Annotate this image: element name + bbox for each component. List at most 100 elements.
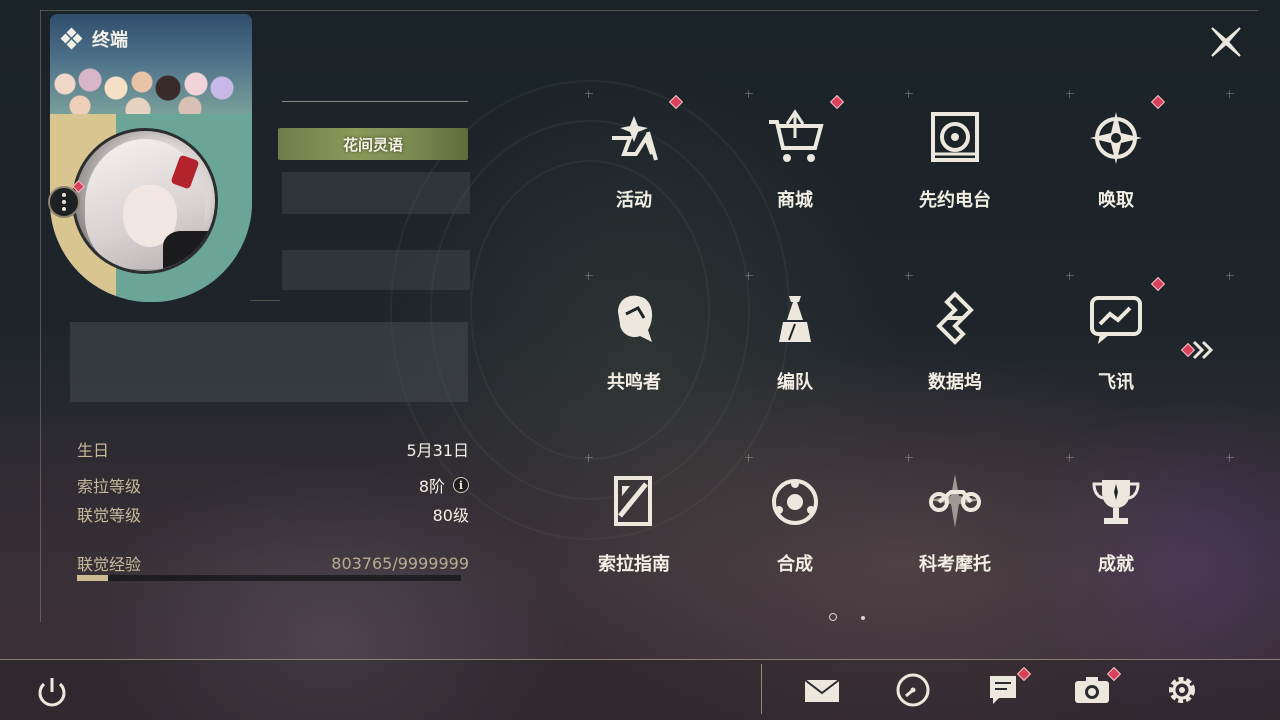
grid-marker (1066, 272, 1074, 280)
menu-item-radio[interactable]: 先约电台 (880, 100, 1030, 250)
menu-item-trophy[interactable]: 成就 (1041, 464, 1191, 614)
mail-icon (804, 679, 840, 702)
camera-icon (1075, 677, 1109, 703)
double-chevron-right-icon (1192, 340, 1214, 360)
menu-item-label: 共鸣者 (607, 372, 661, 393)
grid-marker (585, 454, 593, 462)
notice-button[interactable] (983, 670, 1023, 710)
menu-item-activity[interactable]: 活动 (559, 100, 709, 250)
union-exp-value: 803765/9999999 (331, 553, 469, 573)
menu-item-label: 先约电台 (919, 190, 991, 211)
summon-compass-icon (1090, 112, 1142, 164)
blurred-id (282, 250, 470, 290)
menu-item-resonator[interactable]: 共鸣者 (559, 282, 709, 432)
menu-item-shop-cart[interactable]: 商城 (720, 100, 870, 250)
message-icon (1090, 296, 1142, 344)
frame-line (40, 10, 1258, 11)
union-exp-progress-fill (77, 575, 108, 581)
blurred-name (282, 172, 470, 214)
terminal-header: 终端 (60, 26, 128, 52)
menu-item-label: 活动 (616, 190, 652, 211)
menu-item-synthesis[interactable]: 合成 (720, 464, 870, 614)
diamond-grid-icon (60, 27, 83, 50)
menu-item-label: 商城 (777, 190, 813, 211)
radio-icon (931, 112, 979, 162)
menu-item-label: 索拉指南 (598, 554, 670, 575)
union-exp-label: 联觉经验 (77, 555, 142, 574)
close-button[interactable] (1208, 24, 1244, 60)
menu-item-guide[interactable]: 索拉指南 (559, 464, 709, 614)
birthday-label: 生日 (77, 441, 110, 460)
avatar[interactable] (72, 128, 218, 274)
frame-line (250, 300, 280, 301)
history-button[interactable] (893, 670, 933, 710)
menu-item-message[interactable]: 飞讯 (1041, 282, 1191, 432)
union-level-label: 联觉等级 (77, 506, 142, 525)
grid-marker (1066, 454, 1074, 462)
grid-marker (745, 454, 753, 462)
divider (282, 101, 468, 102)
page-indicator-active[interactable] (829, 613, 837, 621)
grid-marker (745, 90, 753, 98)
trophy-icon (1092, 480, 1140, 524)
page-title: 终端 (92, 30, 128, 51)
grid-marker (905, 272, 913, 280)
more-dots-icon (62, 193, 66, 197)
menu-item-label: 飞讯 (1098, 372, 1134, 393)
camera-button[interactable] (1072, 670, 1112, 710)
mail-button[interactable] (802, 670, 842, 710)
menu-item-summon-compass[interactable]: 唤取 (1041, 100, 1191, 250)
grid-marker (585, 90, 593, 98)
blurred-signature[interactable] (70, 322, 468, 402)
sola-level-row: 索拉等级 8阶 i (77, 473, 469, 497)
activity-icon (612, 116, 658, 161)
grid-marker (585, 272, 593, 280)
resonator-icon (618, 295, 653, 342)
union-exp-progress-bar (77, 575, 461, 581)
sola-level-label: 索拉等级 (77, 477, 142, 496)
notice-icon (990, 676, 1016, 704)
grid-marker (905, 454, 913, 462)
data-dock-icon (936, 291, 974, 345)
motorbike-icon (929, 474, 981, 528)
info-icon[interactable]: i (453, 477, 469, 493)
menu-item-label: 成就 (1098, 554, 1134, 575)
frame-line (40, 10, 41, 622)
union-level-value: 80级 (432, 506, 469, 525)
clock-icon (896, 673, 930, 707)
menu-item-team-chess[interactable]: 编队 (720, 282, 870, 432)
menu-item-label: 科考摩托 (919, 554, 991, 575)
title-badge-label: 花间灵语 (342, 135, 403, 154)
team-chess-icon (779, 296, 811, 342)
menu-item-label: 唤取 (1098, 190, 1134, 211)
grid-marker (905, 90, 913, 98)
menu-item-label: 编队 (777, 372, 813, 393)
guide-icon (614, 476, 652, 526)
power-icon (38, 678, 66, 707)
page-indicator[interactable] (861, 616, 865, 620)
grid-marker (1226, 90, 1234, 98)
bottom-separator (761, 664, 762, 714)
settings-gear-icon (1169, 677, 1195, 703)
menu-item-data-dock[interactable]: 数据坞 (880, 282, 1030, 432)
birthday-row: 生日 5月31日 (77, 437, 469, 461)
power-button[interactable] (32, 673, 72, 713)
grid-marker (1226, 454, 1234, 462)
union-level-row: 联觉等级 80级 (77, 502, 469, 526)
grid-marker (1226, 272, 1234, 280)
next-page-button[interactable] (1180, 336, 1220, 364)
menu-item-motorbike[interactable]: 科考摩托 (880, 464, 1030, 614)
sola-level-value: 8阶 (418, 477, 445, 496)
grid-marker (745, 272, 753, 280)
union-exp-row: 联觉经验 803765/9999999 (77, 551, 469, 575)
shop-cart-icon (769, 109, 824, 162)
birthday-value: 5月31日 (406, 441, 469, 460)
close-icon (1211, 27, 1241, 57)
title-badge[interactable]: 花间灵语 (278, 128, 468, 160)
sola-level-value-wrap: 8阶 i (419, 473, 469, 497)
menu-item-label: 数据坞 (928, 372, 982, 393)
grid-marker (1066, 90, 1074, 98)
settings-button[interactable] (1162, 670, 1202, 710)
profile-more-button[interactable] (48, 186, 80, 218)
menu-item-label: 合成 (777, 554, 813, 575)
